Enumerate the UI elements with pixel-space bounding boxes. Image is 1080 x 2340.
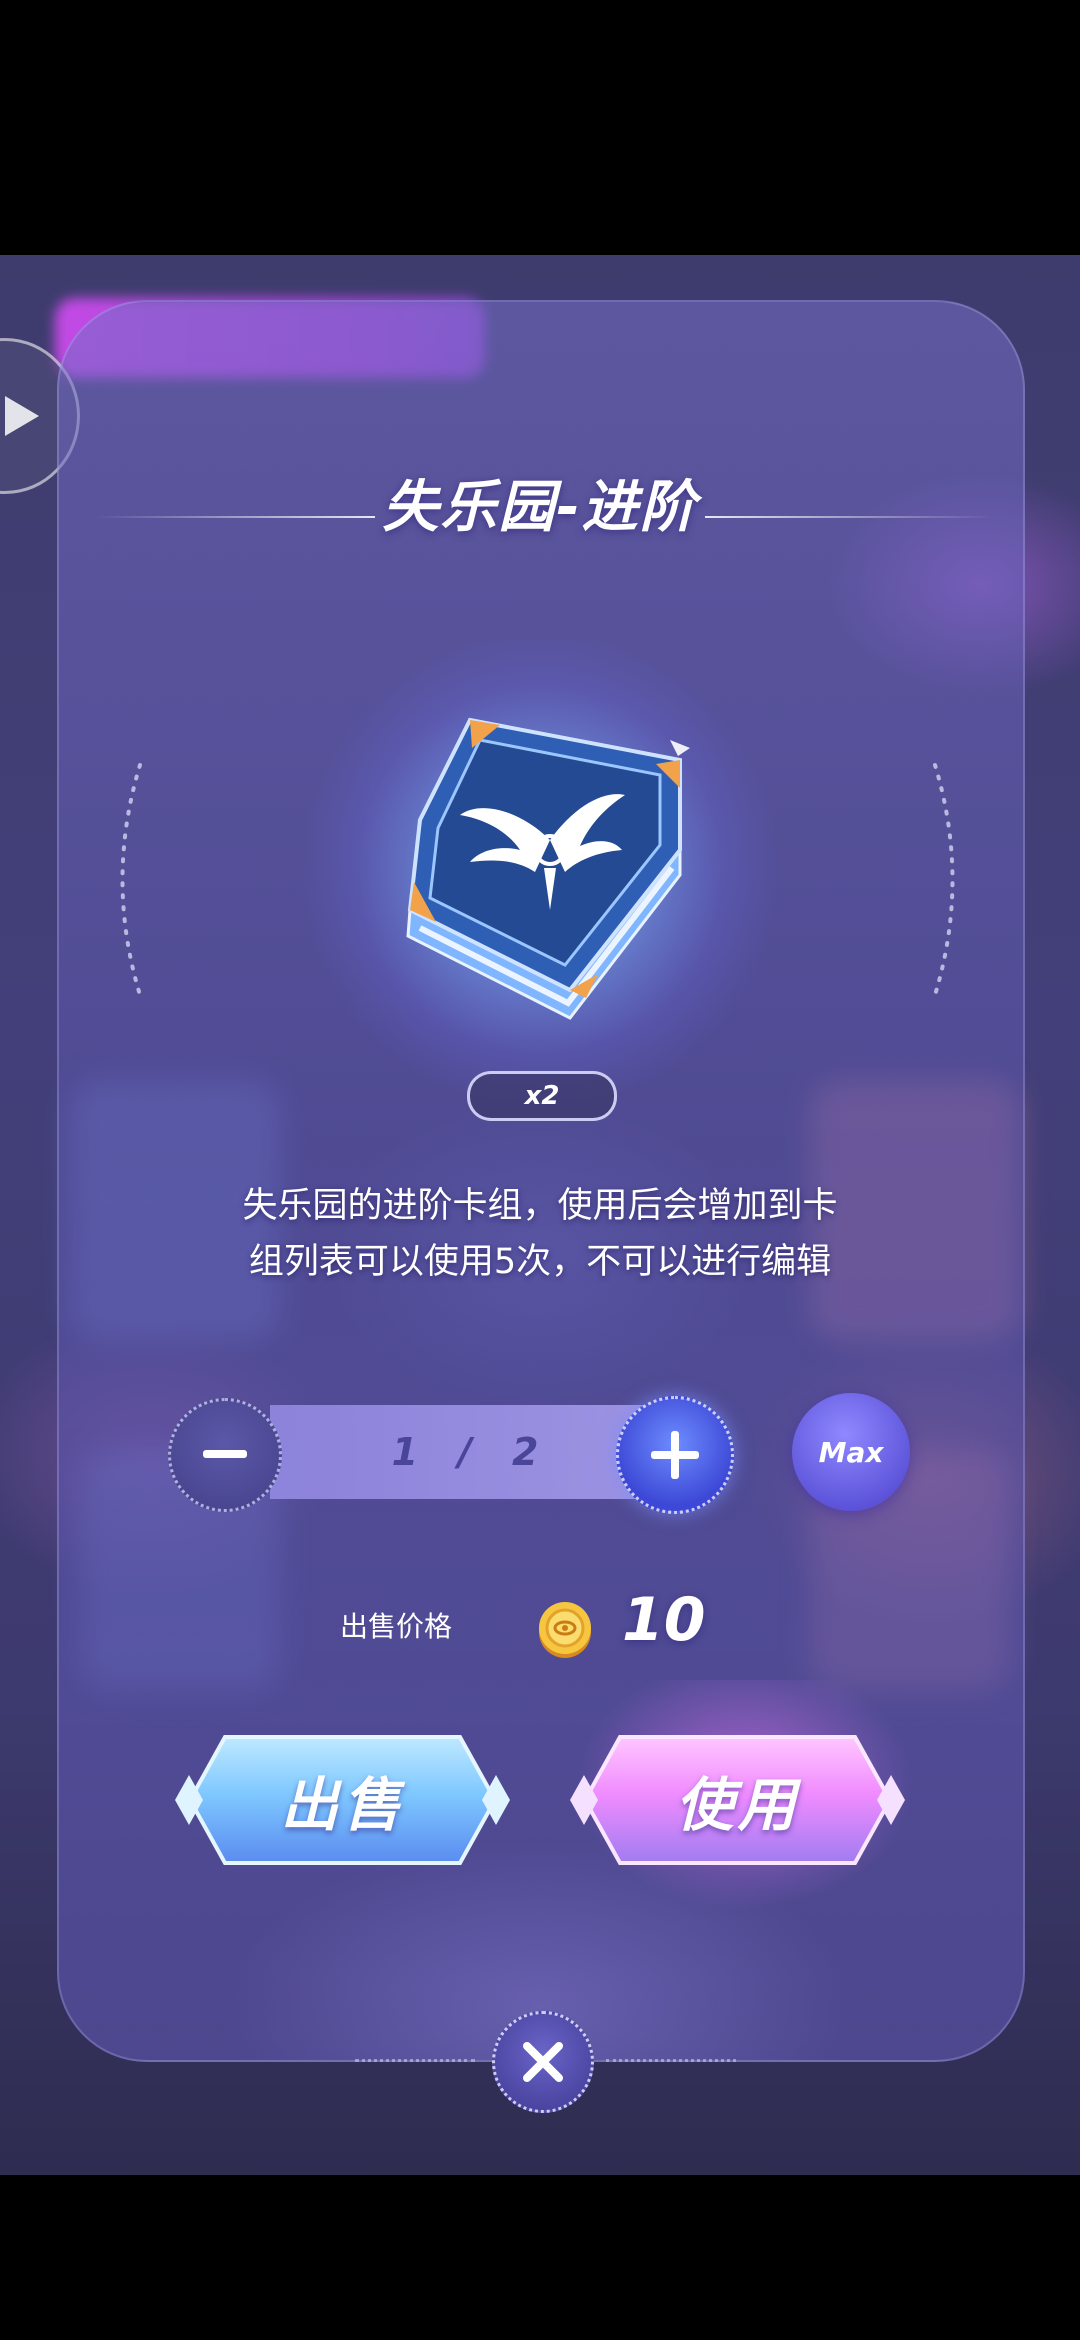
quantity-current: 1 <box>391 1430 419 1474</box>
use-button-label: 使用 <box>675 1771 800 1839</box>
sell-button-label: 出售 <box>280 1771 405 1839</box>
left-carousel-indicator <box>120 763 142 997</box>
max-quantity-button[interactable]: Max <box>792 1393 910 1511</box>
right-carousel-indicator <box>933 763 955 997</box>
item-count-badge: x2 <box>467 1071 617 1121</box>
minus-icon <box>203 1450 247 1458</box>
coin-icon <box>539 1602 591 1658</box>
increase-quantity-button[interactable] <box>616 1396 734 1514</box>
quantity-separator: / <box>458 1430 472 1474</box>
quantity-max: 2 <box>511 1430 539 1474</box>
close-divider-right <box>606 2059 736 2062</box>
play-arrow-icon <box>5 396 39 436</box>
dialog-title: 失乐园-进阶 <box>382 475 698 540</box>
plus-icon <box>651 1431 699 1479</box>
item-description: 失乐园的进阶卡组，使用后会增加到卡 组列表可以使用5次，不可以进行编辑 <box>150 1178 930 1290</box>
sell-button[interactable]: 出售 <box>175 1735 510 1865</box>
sell-price-value: 10 <box>622 1585 706 1655</box>
quantity-display: 1 / 2 <box>330 1405 600 1499</box>
card-deck-book-icon <box>406 717 690 1020</box>
close-button[interactable] <box>492 2011 594 2113</box>
use-button[interactable]: 使用 <box>570 1735 905 1865</box>
description-line: 失乐园的进阶卡组，使用后会增加到卡 <box>242 1186 838 1226</box>
close-divider-left <box>355 2059 475 2062</box>
decrease-quantity-button[interactable] <box>168 1398 282 1512</box>
close-icon <box>523 2042 563 2082</box>
sell-price-label: 出售价格 <box>340 1610 453 1643</box>
description-line: 组列表可以使用5次，不可以进行编辑 <box>248 1242 832 1282</box>
game-screen: 失乐园-进阶 x2 失乐园的进阶卡组，使用后会增加到卡 组列表可以使用5次，不可… <box>0 0 1080 2340</box>
